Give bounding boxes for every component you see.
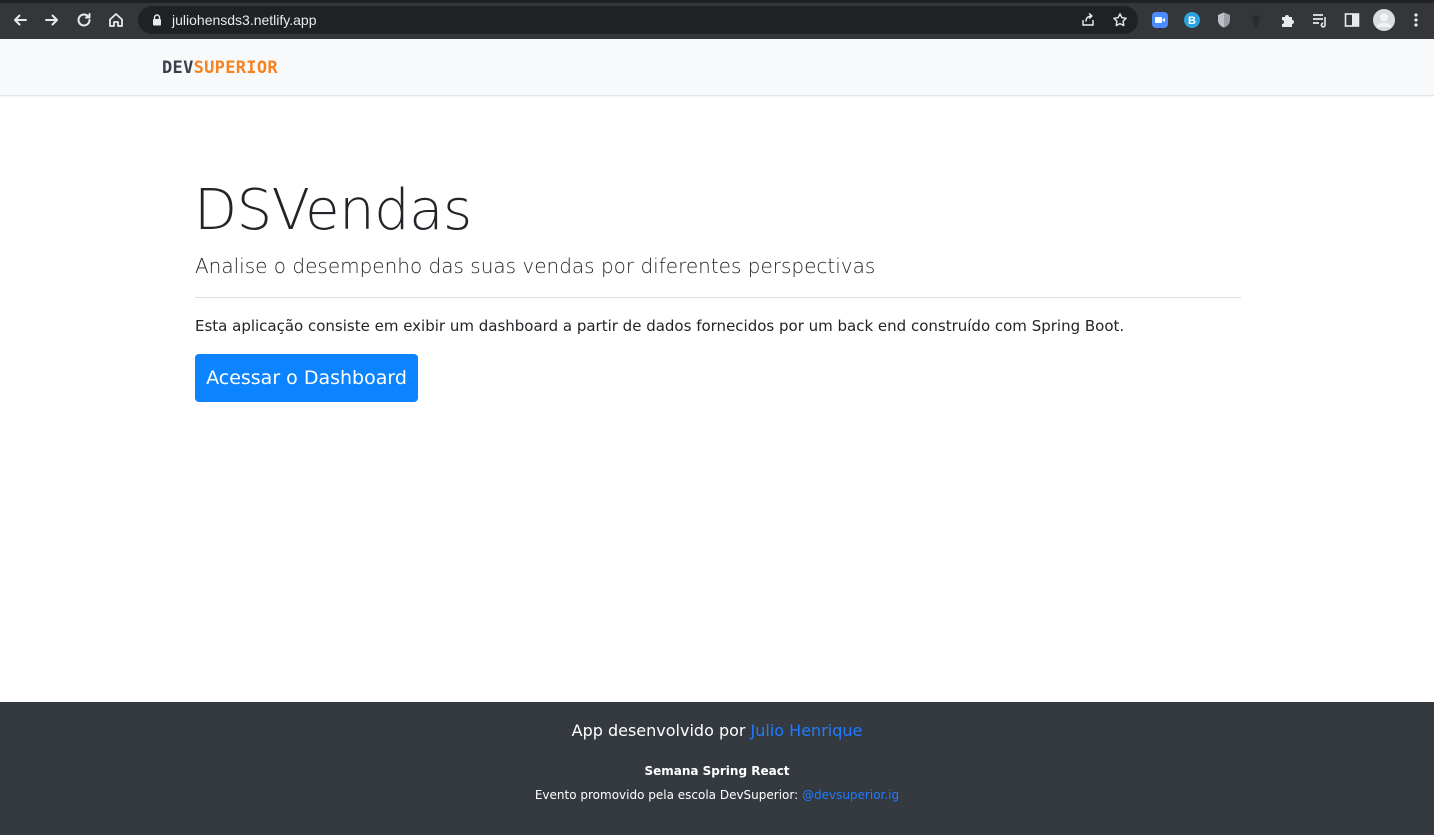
browser-toolbar: juliohensds3.netlify.app B bbox=[0, 0, 1434, 39]
puzzle-extensions-icon[interactable] bbox=[1277, 9, 1299, 31]
dashboard-button[interactable]: Acessar o Dashboard bbox=[195, 354, 418, 402]
share-icon[interactable] bbox=[1078, 10, 1098, 30]
forward-arrow-icon[interactable] bbox=[40, 8, 64, 32]
page-description: Esta aplicação consiste em exibir um das… bbox=[195, 317, 1125, 335]
footer-credit-prefix: App desenvolvido por bbox=[571, 721, 751, 740]
side-panel-icon[interactable] bbox=[1341, 9, 1363, 31]
svg-text:B: B bbox=[1188, 15, 1196, 27]
author-link[interactable]: Julio Henrique bbox=[751, 721, 863, 740]
logo-dev-text: DEV bbox=[162, 58, 194, 78]
home-icon[interactable] bbox=[104, 8, 128, 32]
page-subtitle: Analise o desempenho das suas vendas por… bbox=[195, 254, 876, 278]
divider bbox=[195, 297, 1241, 298]
page-title: DSVendas bbox=[194, 178, 472, 243]
star-icon[interactable] bbox=[1110, 10, 1130, 30]
reading-list-icon[interactable] bbox=[1309, 9, 1331, 31]
instagram-link[interactable]: @devsuperior.ig bbox=[802, 788, 899, 802]
devsuperior-logo[interactable]: DEVSUPERIOR bbox=[162, 58, 278, 78]
dark-extension-icon[interactable] bbox=[1245, 9, 1267, 31]
b-extension-icon[interactable]: B bbox=[1181, 9, 1203, 31]
address-bar[interactable]: juliohensds3.netlify.app bbox=[138, 6, 1138, 34]
back-arrow-icon[interactable] bbox=[8, 8, 32, 32]
zoom-extension-icon[interactable] bbox=[1149, 9, 1171, 31]
footer-credit: App desenvolvido por Julio Henrique bbox=[0, 721, 1434, 740]
more-menu-icon[interactable] bbox=[1405, 9, 1427, 31]
event-name: Semana Spring React bbox=[644, 764, 790, 778]
site-header: DEVSUPERIOR bbox=[0, 39, 1434, 96]
footer-promo-prefix: Evento promovido pela escola DevSuperior… bbox=[534, 788, 802, 802]
profile-avatar-icon[interactable] bbox=[1373, 9, 1395, 31]
footer-promo: Evento promovido pela escola DevSuperior… bbox=[0, 788, 1434, 802]
reload-icon[interactable] bbox=[72, 8, 96, 32]
site-footer: App desenvolvido por Julio Henrique Sema… bbox=[0, 702, 1434, 835]
url-text[interactable]: juliohensds3.netlify.app bbox=[172, 12, 317, 28]
lock-icon[interactable] bbox=[150, 13, 164, 27]
tab-strip-edge bbox=[0, 0, 1434, 3]
shield-extension-icon[interactable] bbox=[1213, 9, 1235, 31]
logo-superior-text: SUPERIOR bbox=[193, 58, 278, 78]
